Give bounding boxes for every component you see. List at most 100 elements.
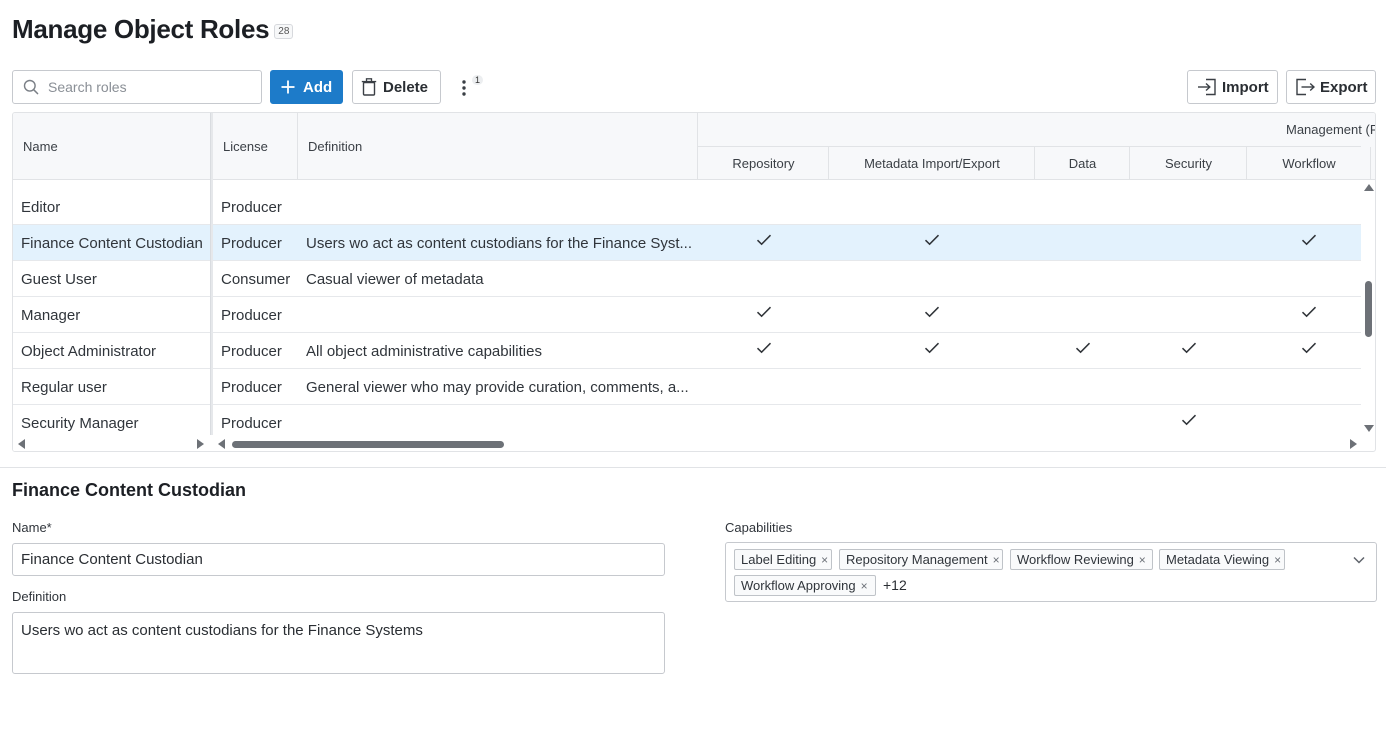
cell-definition: General viewer who may provide curation,… xyxy=(306,378,689,396)
cell-definition: Users wo act as content custodians for t… xyxy=(306,234,693,252)
search-input[interactable] xyxy=(48,79,238,95)
export-button-label: Export xyxy=(1320,78,1368,96)
page-title: Manage Object Roles xyxy=(12,14,270,44)
checkmark-icon xyxy=(1301,305,1317,323)
toolbar: Add Delete 1 Import Export xyxy=(12,70,1376,104)
chevron-down-icon[interactable] xyxy=(1352,553,1366,567)
search-box[interactable] xyxy=(12,70,262,104)
capability-chip: Workflow Reviewing × xyxy=(1010,549,1153,570)
capability-chip-label: Metadata Viewing xyxy=(1166,552,1270,567)
checkmark-icon xyxy=(924,305,940,323)
vertical-scroll-thumb[interactable] xyxy=(1365,281,1372,337)
capability-chip: Label Editing × xyxy=(734,549,832,570)
definition-field[interactable]: Users wo act as content custodians for t… xyxy=(12,612,665,674)
capability-chip: Metadata Viewing × xyxy=(1159,549,1285,570)
cell-definition: Casual viewer of metadata xyxy=(306,270,484,288)
name-field[interactable]: Finance Content Custodian xyxy=(12,543,665,576)
cell-license: Consumer xyxy=(221,270,291,288)
scroll-left-arrow[interactable] xyxy=(218,439,225,449)
cell-license: Producer xyxy=(221,378,282,396)
checkmark-icon xyxy=(756,341,772,359)
cell-name: Object Administrator xyxy=(21,342,157,360)
table-row[interactable]: Manager Producer xyxy=(13,297,1361,333)
remove-chip-icon[interactable]: × xyxy=(1274,553,1281,567)
column-header-data[interactable]: Data xyxy=(1035,147,1130,180)
vertical-scrollbar[interactable] xyxy=(1361,180,1375,437)
plus-icon xyxy=(281,80,295,94)
cell-name: Finance Content Custodian xyxy=(21,234,203,252)
checkmark-icon xyxy=(1075,341,1091,359)
more-vertical-icon xyxy=(462,80,466,96)
remove-chip-icon[interactable]: × xyxy=(821,553,828,567)
checkmark-icon xyxy=(1181,413,1197,431)
capabilities-field-label: Capabilities xyxy=(725,520,793,535)
remove-chip-icon[interactable]: × xyxy=(861,579,868,593)
import-icon xyxy=(1198,78,1216,96)
capabilities-more-count[interactable]: +12 xyxy=(883,577,907,593)
roles-grid: Name License Definition Management (P Re… xyxy=(12,112,1376,452)
capability-chip-label: Workflow Reviewing xyxy=(1017,552,1134,567)
scroll-right-arrow[interactable] xyxy=(1350,439,1357,449)
name-field-label: Name* xyxy=(12,520,52,535)
cell-name: Regular user xyxy=(21,378,107,396)
search-icon xyxy=(23,79,39,95)
cell-license: Producer xyxy=(221,198,282,216)
pinned-scroll-left-arrow[interactable] xyxy=(18,439,25,449)
add-button-label: Add xyxy=(303,78,333,96)
page-header: Manage Object Roles 28 xyxy=(12,14,294,45)
checkmark-icon xyxy=(924,233,940,251)
export-button[interactable]: Export xyxy=(1286,70,1376,104)
cell-definition xyxy=(306,297,696,333)
checkmark-icon xyxy=(924,341,940,359)
cell-definition xyxy=(306,189,696,225)
cell-license: Producer xyxy=(221,234,282,252)
import-button[interactable]: Import xyxy=(1187,70,1278,104)
table-row[interactable]: Regular user Producer General viewer who m… xyxy=(13,369,1361,405)
cell-license: Producer xyxy=(221,306,282,324)
section-divider xyxy=(0,467,1386,468)
table-row[interactable]: Editor Producer xyxy=(13,189,1361,225)
checkmark-icon xyxy=(1181,341,1197,359)
pinned-scroll-right-arrow[interactable] xyxy=(197,439,204,449)
delete-button[interactable]: Delete xyxy=(352,70,441,104)
more-actions-badge: 1 xyxy=(472,75,484,85)
cell-name: Editor xyxy=(21,198,61,216)
detail-title: Finance Content Custodian xyxy=(12,480,246,500)
more-actions-button[interactable]: 1 xyxy=(457,75,484,100)
capability-chip: Repository Management × xyxy=(839,549,1003,570)
checkmark-icon xyxy=(1301,341,1317,359)
cell-definition: All object administrative capabilities xyxy=(306,342,542,360)
scroll-up-arrow[interactable] xyxy=(1364,184,1374,191)
grid-header: Name License Definition Management (P Re… xyxy=(13,113,1376,180)
table-row[interactable]: Guest User Consumer Casual viewer of metad… xyxy=(13,261,1361,297)
horizontal-scrollbar[interactable] xyxy=(13,435,1361,451)
capability-chip: Workflow Approving × xyxy=(734,575,876,596)
checkmark-icon xyxy=(1301,233,1317,251)
role-count-badge: 28 xyxy=(274,23,294,39)
capability-chip-label: Workflow Approving xyxy=(741,578,856,593)
scroll-down-arrow[interactable] xyxy=(1364,425,1374,432)
cell-license: Producer xyxy=(221,342,282,360)
column-header-name[interactable]: Name xyxy=(23,113,58,180)
delete-button-label: Delete xyxy=(383,78,429,96)
column-group-management: Management (P xyxy=(1286,122,1376,137)
column-header-workflow[interactable]: Workflow xyxy=(1247,147,1371,180)
column-header-security[interactable]: Security xyxy=(1130,147,1247,180)
import-button-label: Import xyxy=(1222,78,1269,96)
column-header-metadata-import-export[interactable]: Metadata Import/Export xyxy=(829,147,1035,180)
table-row[interactable]: Finance Content Custodian Producer Users w… xyxy=(13,225,1361,261)
remove-chip-icon[interactable]: × xyxy=(1139,553,1146,567)
table-row[interactable]: Object Administrator Producer All object a… xyxy=(13,333,1361,369)
checkmark-icon xyxy=(756,233,772,251)
remove-chip-icon[interactable]: × xyxy=(993,553,1000,567)
column-header-definition[interactable]: Definition xyxy=(308,113,362,180)
capability-chip-label: Label Editing xyxy=(741,552,817,567)
export-icon xyxy=(1296,78,1315,96)
capabilities-multiselect[interactable]: Label Editing × Repository Management × Work… xyxy=(725,542,1377,602)
pinned-column-divider xyxy=(210,113,213,451)
add-button[interactable]: Add xyxy=(270,70,343,104)
capability-chip-label: Repository Management xyxy=(846,552,988,567)
column-header-repository[interactable]: Repository xyxy=(698,147,829,180)
horizontal-scroll-thumb[interactable] xyxy=(232,441,504,448)
column-header-license[interactable]: License xyxy=(223,113,268,180)
